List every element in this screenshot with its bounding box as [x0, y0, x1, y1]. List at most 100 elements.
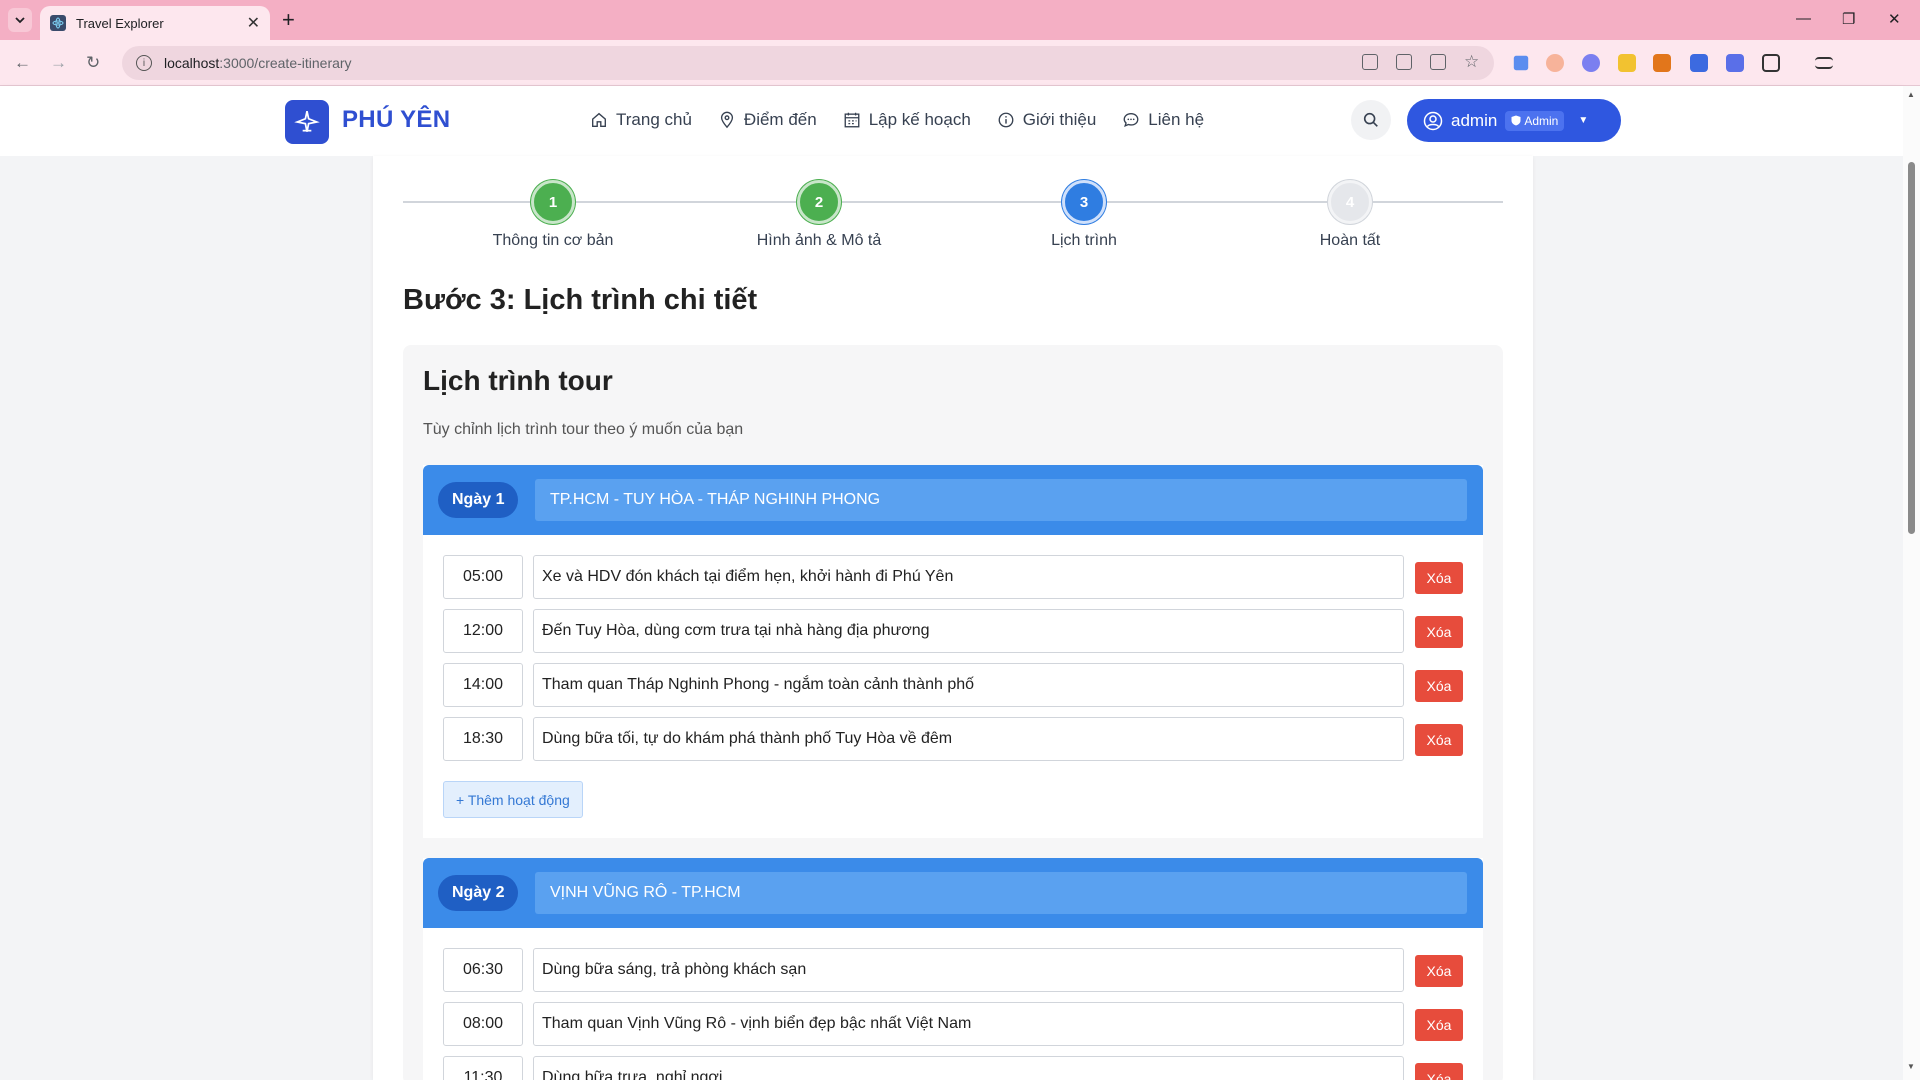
day-2-badge: Ngày 2: [438, 875, 519, 911]
tab-search-button[interactable]: [8, 8, 32, 32]
extension-key-icon[interactable]: [1618, 54, 1636, 72]
site-search-button[interactable]: [1351, 100, 1391, 140]
extension-cloud-icon[interactable]: [1582, 54, 1600, 72]
nav-planner[interactable]: Lập kế hoạch: [843, 110, 971, 130]
delete-activity-button[interactable]: Xóa: [1415, 670, 1463, 702]
step-1-circle: 1: [531, 180, 575, 224]
react-favicon-icon: [50, 15, 66, 31]
minimize-icon[interactable]: —: [1796, 10, 1811, 27]
delete-activity-button[interactable]: Xóa: [1415, 955, 1463, 987]
step-1-label: Thông tin cơ bản: [492, 232, 614, 249]
day-1-activities: 05:00 Xe và HDV đón khách tại điểm hẹn, …: [423, 535, 1483, 838]
install-app-icon[interactable]: [1396, 54, 1412, 70]
step-4[interactable]: 4 Hoàn tất: [1230, 180, 1470, 250]
step-2[interactable]: 2 Hình ảnh & Mô tả: [699, 180, 939, 250]
delete-activity-button[interactable]: Xóa: [1415, 1063, 1463, 1080]
activity-time-input[interactable]: 08:00: [443, 1002, 523, 1046]
home-icon: [592, 112, 606, 127]
tab-close-icon[interactable]: ✕: [247, 13, 260, 33]
nav-about-label: Giới thiệu: [1022, 110, 1097, 129]
activity-row: 06:30 Dùng bữa sáng, trả phòng khách sạn…: [443, 948, 1463, 992]
step-1[interactable]: 1 Thông tin cơ bản: [433, 180, 673, 250]
day-1-badge: Ngày 1: [438, 482, 519, 518]
delete-activity-button[interactable]: Xóa: [1415, 562, 1463, 594]
activity-row: 08:00 Tham quan Vịnh Vũng Rô - vịnh biển…: [443, 1002, 1463, 1046]
activity-time-input[interactable]: 12:00: [443, 609, 523, 653]
extension-diamond-icon[interactable]: [1513, 55, 1529, 71]
activity-desc-input[interactable]: Đến Tuy Hòa, dùng cơm trưa tại nhà hàng …: [533, 609, 1404, 653]
nav-contact-label: Liên hệ: [1148, 110, 1205, 129]
reload-icon[interactable]: ↻: [86, 53, 100, 73]
plane-logo-icon[interactable]: [285, 100, 329, 144]
delete-activity-button[interactable]: Xóa: [1415, 1009, 1463, 1041]
step-4-circle: 4: [1328, 180, 1372, 224]
new-tab-icon[interactable]: +: [282, 8, 295, 32]
step-3[interactable]: 3 Lịch trình: [964, 180, 1204, 250]
scrollbar-thumb[interactable]: [1908, 162, 1915, 534]
nav-about[interactable]: Giới thiệu: [997, 110, 1097, 130]
panel-title: Lịch trình tour: [423, 365, 613, 396]
bookmark-star-icon[interactable]: ☆: [1464, 53, 1480, 70]
step-3-label: Lịch trình: [1051, 232, 1117, 249]
address-bar[interactable]: i localhost:3000/create-itinerary ☆: [122, 46, 1494, 80]
user-menu-button[interactable]: admin Admin ▼: [1407, 99, 1621, 142]
activity-desc-input[interactable]: Tham quan Vịnh Vũng Rô - vịnh biển đẹp b…: [533, 1002, 1404, 1046]
caret-down-icon: ▼: [1578, 115, 1589, 126]
add-activity-button[interactable]: + Thêm hoạt động: [443, 781, 583, 818]
password-key-icon[interactable]: [1362, 54, 1378, 70]
forward-icon[interactable]: →: [50, 53, 67, 73]
window-close-icon[interactable]: ✕: [1888, 10, 1901, 28]
metamask-fox-icon[interactable]: [1653, 54, 1671, 72]
calendar-icon: [844, 112, 860, 128]
nav-planner-label: Lập kế hoạch: [868, 110, 971, 129]
tab-title: Travel Explorer: [76, 15, 164, 31]
day-2-title-input[interactable]: VỊNH VŨNG RÔ - TP.HCM: [535, 872, 1467, 914]
site-logo-text[interactable]: PHÚ YÊN: [342, 106, 450, 134]
search-icon: [1363, 112, 1378, 127]
site-info-icon[interactable]: i: [136, 55, 152, 71]
activity-desc-input[interactable]: Xe và HDV đón khách tại điểm hẹn, khởi h…: [533, 555, 1404, 599]
main-nav: Trang chủ Điểm đến Lập kế hoạch Giới thi…: [590, 110, 1204, 130]
delete-activity-button[interactable]: Xóa: [1415, 724, 1463, 756]
activity-row: 18:30 Dùng bữa tối, tự do khám phá thành…: [443, 717, 1463, 761]
back-icon[interactable]: ←: [14, 53, 31, 73]
chat-icon: [1123, 113, 1139, 128]
activity-row: 05:00 Xe và HDV đón khách tại điểm hẹn, …: [443, 555, 1463, 599]
extension-circle-icon[interactable]: [1546, 54, 1564, 72]
reading-list-icon[interactable]: [1815, 57, 1833, 69]
site-header: PHÚ YÊN Trang chủ Điểm đến Lập kế hoạch …: [0, 86, 1903, 156]
extensions-puzzle-icon[interactable]: [1762, 54, 1780, 72]
step-title: Bước 3: Lịch trình chi tiết: [403, 284, 758, 316]
activity-time-input[interactable]: 11:30: [443, 1056, 523, 1080]
activity-time-input[interactable]: 14:00: [443, 663, 523, 707]
user-circle-icon: [1423, 111, 1443, 130]
browser-tab[interactable]: Travel Explorer ✕: [40, 6, 270, 40]
map-pin-icon: [720, 111, 733, 129]
browser-tab-strip: Travel Explorer ✕ + — ❐ ✕: [0, 0, 1920, 40]
activity-desc-input[interactable]: Dùng bữa tối, tự do khám phá thành phố T…: [533, 717, 1404, 761]
extension-puzzle-blue-icon[interactable]: [1726, 54, 1744, 72]
day-1-title-input[interactable]: TP.HCM - TUY HÒA - THÁP NGHINH PHONG: [535, 479, 1467, 521]
activity-time-input[interactable]: 06:30: [443, 948, 523, 992]
nav-contact[interactable]: Liên hệ: [1122, 110, 1204, 130]
activity-desc-input[interactable]: Tham quan Tháp Nghinh Phong - ngắm toàn …: [533, 663, 1404, 707]
activity-desc-input[interactable]: Dùng bữa sáng, trả phòng khách sạn: [533, 948, 1404, 992]
restore-icon[interactable]: ❐: [1842, 10, 1855, 28]
activity-time-input[interactable]: 05:00: [443, 555, 523, 599]
extension-k-icon[interactable]: [1690, 54, 1708, 72]
user-name: admin: [1451, 110, 1498, 130]
nav-home[interactable]: Trang chủ: [590, 110, 692, 130]
shield-icon: [1511, 115, 1521, 126]
nav-destinations[interactable]: Điểm đến: [718, 110, 817, 130]
activity-time-input[interactable]: 18:30: [443, 717, 523, 761]
activity-desc-input[interactable]: Dùng bữa trưa, nghỉ ngơi: [533, 1056, 1404, 1080]
activity-row: 12:00 Đến Tuy Hòa, dùng cơm trưa tại nhà…: [443, 609, 1463, 653]
translate-icon[interactable]: [1430, 54, 1446, 70]
delete-activity-button[interactable]: Xóa: [1415, 616, 1463, 648]
omnibox-actions: ☆: [1362, 53, 1480, 70]
step-3-circle: 3: [1062, 180, 1106, 224]
scroll-down-arrow-icon[interactable]: ▼: [1907, 1062, 1915, 1071]
day-1-section: Ngày 1 TP.HCM - TUY HÒA - THÁP NGHINH PH…: [423, 465, 1483, 838]
activity-row: 11:30 Dùng bữa trưa, nghỉ ngơi Xóa: [443, 1056, 1463, 1080]
scroll-up-arrow-icon[interactable]: ▲: [1907, 90, 1915, 99]
